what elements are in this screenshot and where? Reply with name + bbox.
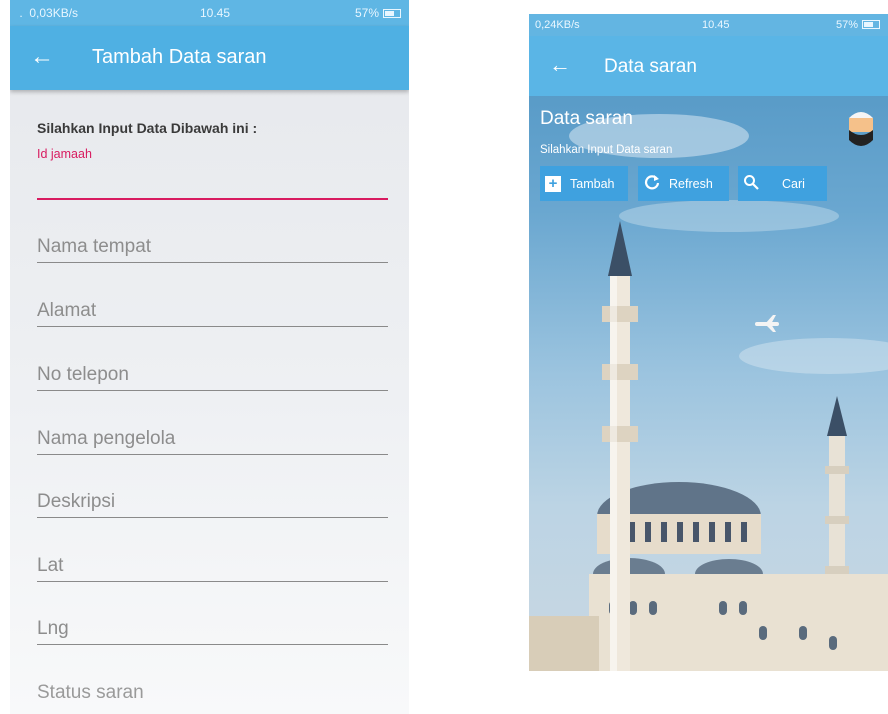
battery-status: 57% [836, 19, 880, 31]
add-button[interactable]: + Tambah [540, 166, 628, 201]
page-title: Data saran [604, 56, 697, 77]
app-bar: ← Data saran [529, 36, 888, 96]
back-arrow-icon[interactable]: ← [30, 43, 54, 71]
refresh-button[interactable]: Refresh [638, 166, 729, 201]
status-saran-field[interactable]: Status saran [37, 682, 144, 704]
alamat-field[interactable] [37, 297, 388, 327]
refresh-button-label: Refresh [669, 176, 713, 191]
alamat-input[interactable] [37, 297, 388, 325]
user-avatar-icon[interactable] [848, 106, 874, 149]
refresh-icon [644, 174, 660, 193]
add-button-label: Tambah [570, 176, 615, 191]
suggestion-list-screen: 0,24KB/s 10.45 57% ← Data saran Data sar… [529, 14, 888, 671]
network-speed: . 0,03KB/s [16, 6, 79, 20]
no-telepon-input[interactable] [37, 361, 388, 389]
lng-field[interactable] [37, 615, 388, 645]
nama-tempat-input[interactable] [37, 233, 388, 261]
battery-percent: 57% [354, 6, 379, 20]
deskripsi-input[interactable] [37, 488, 388, 516]
battery-status: 57% [355, 6, 401, 20]
nama-pengelola-input[interactable] [37, 425, 388, 453]
nama-pengelola-field[interactable] [37, 425, 388, 455]
id-jamaah-label: Id jamaah [37, 147, 92, 161]
status-bar: 0,24KB/s 10.45 57% [529, 14, 888, 36]
nama-tempat-field[interactable] [37, 233, 388, 263]
hero-subtitle: Silahkan Input Data saran [540, 144, 673, 156]
battery-percent: 57% [835, 19, 858, 31]
search-button[interactable]: Cari [738, 166, 827, 201]
add-suggestion-screen: . 0,03KB/s 10.45 57% ← Tambah Data saran… [10, 0, 409, 714]
id-jamaah-input[interactable] [37, 198, 388, 200]
deskripsi-field[interactable] [37, 488, 388, 518]
lng-input[interactable] [37, 615, 388, 643]
back-arrow-icon[interactable]: ← [549, 52, 571, 78]
page-title: Tambah Data saran [92, 46, 267, 68]
plus-icon: + [545, 175, 561, 192]
battery-icon [862, 20, 880, 29]
search-button-label: Cari [782, 176, 805, 191]
hero-title: Data saran [540, 108, 633, 129]
app-bar: ← Tambah Data saran [10, 26, 409, 90]
battery-icon [383, 9, 401, 18]
form-heading: Silahkan Input Data Dibawah ini : [37, 120, 258, 136]
clock: 10.45 [200, 6, 231, 20]
network-speed: 0,24KB/s [535, 19, 580, 31]
clock: 10.45 [702, 19, 730, 31]
no-telepon-field[interactable] [37, 361, 388, 391]
lat-input[interactable] [37, 552, 388, 580]
lat-field[interactable] [37, 552, 388, 582]
status-bar: . 0,03KB/s 10.45 57% [10, 0, 409, 26]
search-icon [743, 174, 759, 193]
